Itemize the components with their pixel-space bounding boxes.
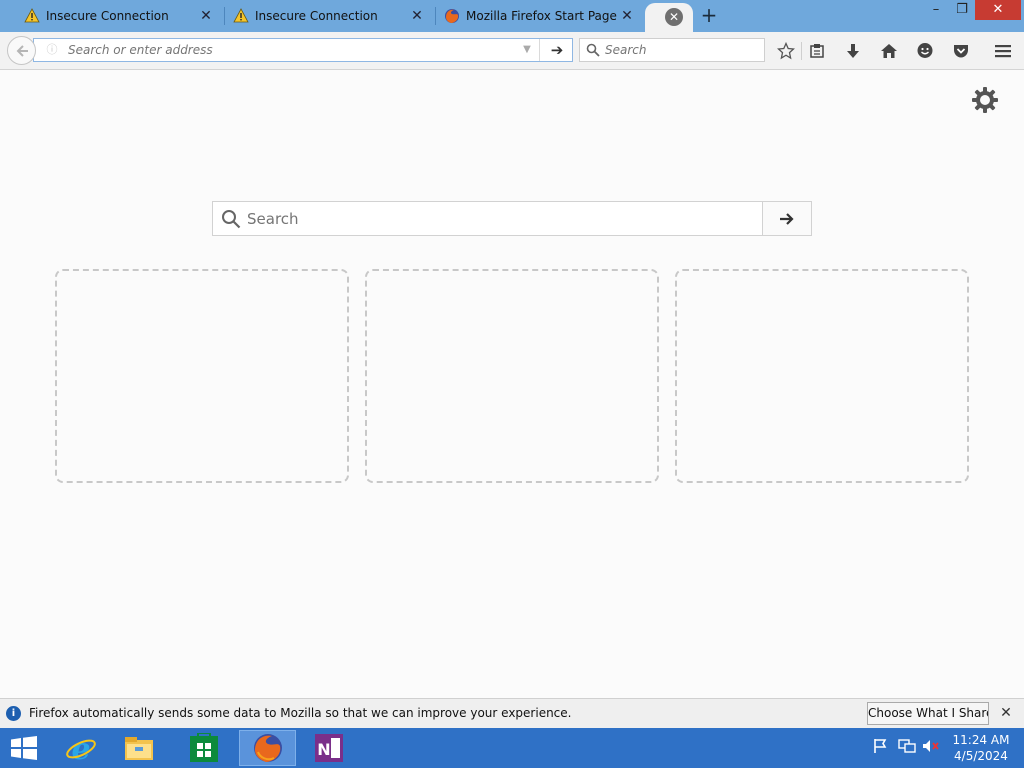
store-icon[interactable]: [178, 730, 230, 766]
tab-new-active[interactable]: ✕: [645, 3, 693, 32]
taskbar-clock[interactable]: 11:24 AM 4/5/2024: [946, 732, 1016, 764]
bookmark-star-icon[interactable]: [775, 40, 797, 62]
empty-tile: [365, 269, 659, 483]
empty-tile: [675, 269, 969, 483]
close-icon[interactable]: ✕: [409, 8, 425, 24]
firefox-icon: [444, 8, 460, 24]
hamburger-menu-icon[interactable]: [992, 40, 1014, 62]
bookmarks-menu-icon[interactable]: [806, 40, 828, 62]
windows-start-icon[interactable]: [10, 736, 38, 760]
restore-button[interactable]: ❐: [948, 0, 976, 20]
notification-text: Firefox automatically sends some data to…: [29, 706, 572, 720]
search-icon: [586, 42, 600, 61]
url-input[interactable]: [68, 41, 508, 59]
new-tab-page: [0, 71, 1024, 698]
search-input[interactable]: [605, 41, 760, 59]
newtab-search-box[interactable]: [212, 201, 812, 236]
network-icon[interactable]: [898, 738, 916, 756]
clock-date: 4/5/2024: [954, 749, 1008, 763]
window-close-button[interactable]: ✕: [975, 0, 1021, 20]
windows-taskbar: e N 11:24 AM 4/5/2024: [0, 728, 1024, 768]
arrow-right-icon: [780, 212, 794, 225]
navigation-toolbar: ⓘ ▼ ➔: [0, 32, 1024, 70]
action-center-flag-icon[interactable]: [872, 738, 890, 756]
info-icon[interactable]: ⓘ: [44, 42, 60, 58]
clock-time: 11:24 AM: [952, 733, 1010, 747]
newtab-search-input[interactable]: [247, 208, 757, 230]
onenote-icon[interactable]: N: [303, 730, 355, 766]
close-icon[interactable]: ✕: [619, 8, 635, 24]
tab-firefox-start-page[interactable]: Mozilla Firefox Start Page ✕: [436, 0, 645, 32]
svg-text:e: e: [71, 732, 90, 764]
tab-insecure-connection-2[interactable]: Insecure Connection ✕: [225, 0, 435, 32]
internet-explorer-icon[interactable]: e: [55, 730, 107, 766]
pocket-icon[interactable]: [950, 40, 972, 62]
home-icon[interactable]: [878, 40, 900, 62]
info-icon: i: [6, 706, 21, 721]
back-button[interactable]: [7, 36, 36, 65]
downloads-icon[interactable]: [842, 40, 864, 62]
warning-icon: [24, 8, 40, 24]
firefox-window: Insecure Connection ✕ Insecure Connectio…: [0, 0, 1024, 768]
search-icon: [221, 209, 241, 233]
gear-icon[interactable]: [970, 85, 1000, 115]
empty-tile: [55, 269, 349, 483]
tab-insecure-connection-1[interactable]: Insecure Connection ✕: [0, 0, 224, 32]
go-arrow-icon[interactable]: ➔: [539, 39, 574, 61]
toolbar-separator: [801, 42, 802, 60]
minimize-button[interactable]: –: [922, 0, 950, 20]
search-bar[interactable]: [579, 38, 765, 62]
data-reporting-notification: i Firefox automatically sends some data …: [0, 698, 1024, 728]
tab-label: Insecure Connection: [255, 9, 378, 23]
new-tab-button[interactable]: +: [699, 5, 719, 25]
back-arrow-icon: [16, 44, 28, 57]
close-icon[interactable]: ✕: [998, 705, 1014, 721]
dropdown-icon[interactable]: ▼: [520, 43, 534, 57]
tab-label: Mozilla Firefox Start Page: [466, 9, 617, 23]
warning-icon: [233, 8, 249, 24]
file-explorer-icon[interactable]: [113, 730, 165, 766]
close-icon[interactable]: ✕: [665, 8, 683, 26]
firefox-icon[interactable]: [239, 730, 296, 766]
choose-what-i-share-button[interactable]: Choose What I Share: [867, 702, 989, 725]
url-bar[interactable]: ⓘ ▼ ➔: [33, 38, 573, 62]
volume-muted-icon[interactable]: [922, 738, 940, 756]
tab-strip: Insecure Connection ✕ Insecure Connectio…: [0, 0, 1024, 32]
close-icon[interactable]: ✕: [198, 8, 214, 24]
tab-label: Insecure Connection: [46, 9, 169, 23]
hello-chat-icon[interactable]: [914, 40, 936, 62]
svg-text:N: N: [317, 740, 330, 759]
search-go-button[interactable]: [762, 202, 811, 235]
